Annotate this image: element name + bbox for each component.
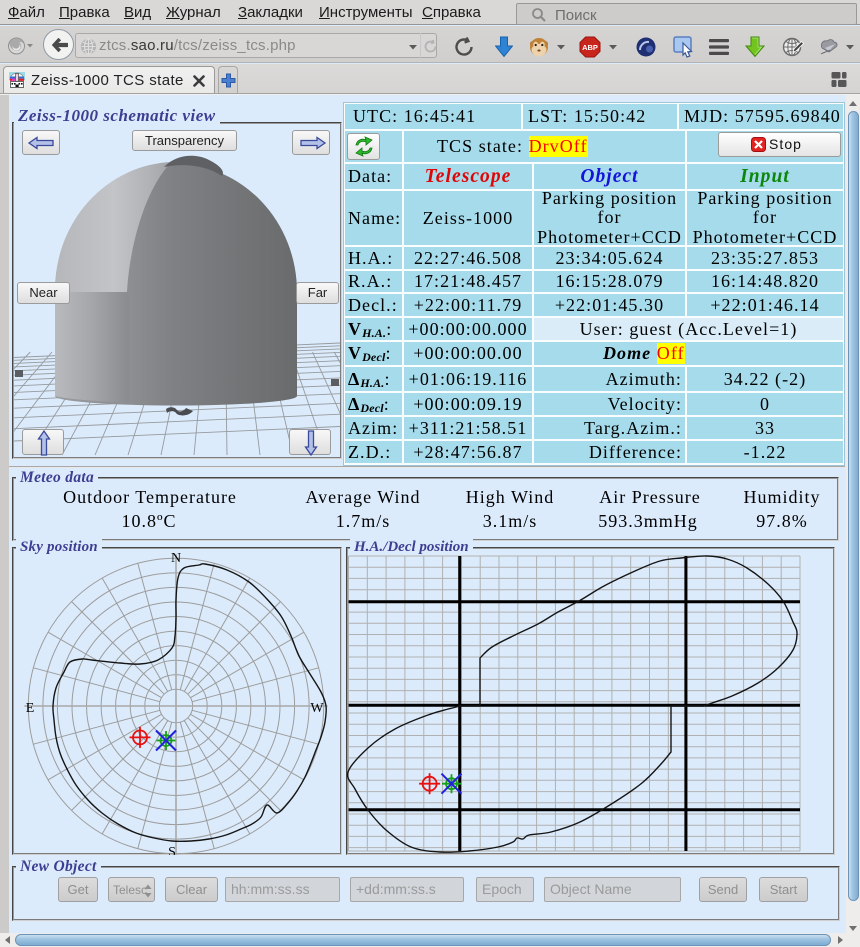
svg-text:ABP: ABP (582, 43, 598, 52)
svg-text:N: N (171, 551, 181, 566)
svg-text:S: S (168, 845, 176, 855)
svg-text:W: W (310, 701, 324, 716)
svg-text:E: E (26, 701, 35, 716)
